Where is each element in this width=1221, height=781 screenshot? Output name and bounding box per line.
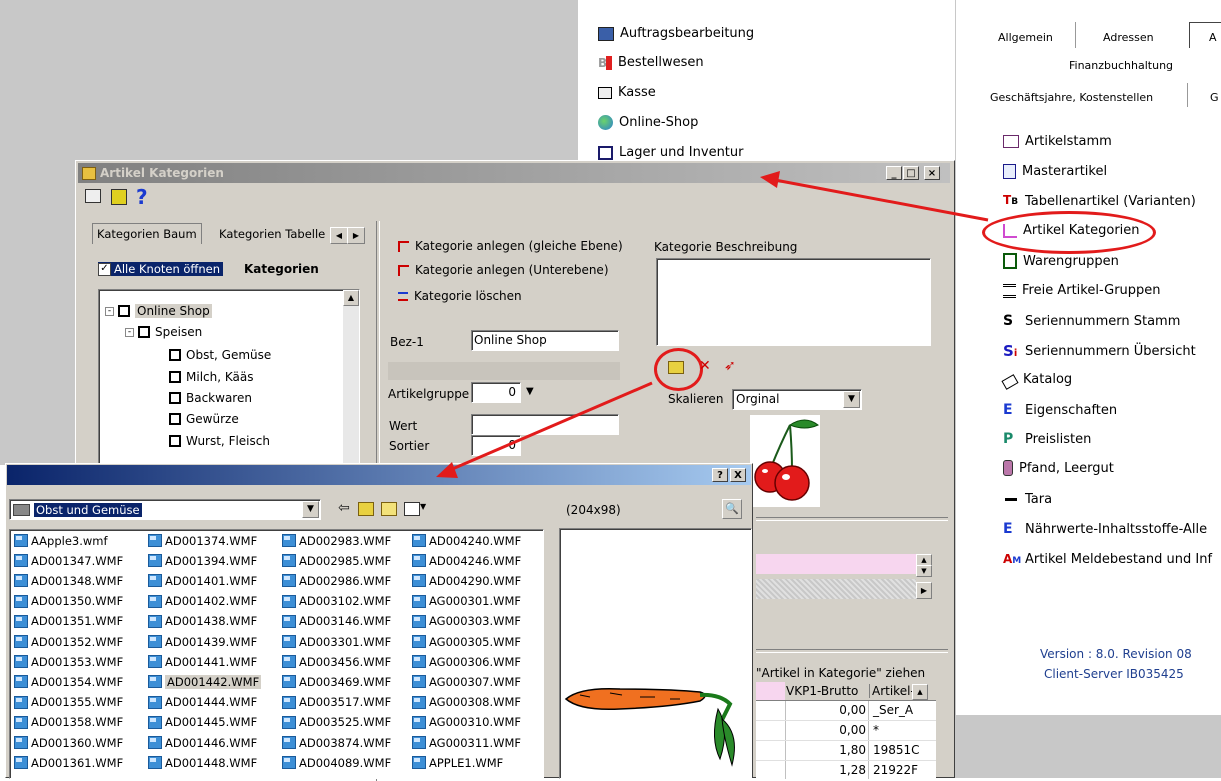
annotation-arrows [436,171,989,478]
